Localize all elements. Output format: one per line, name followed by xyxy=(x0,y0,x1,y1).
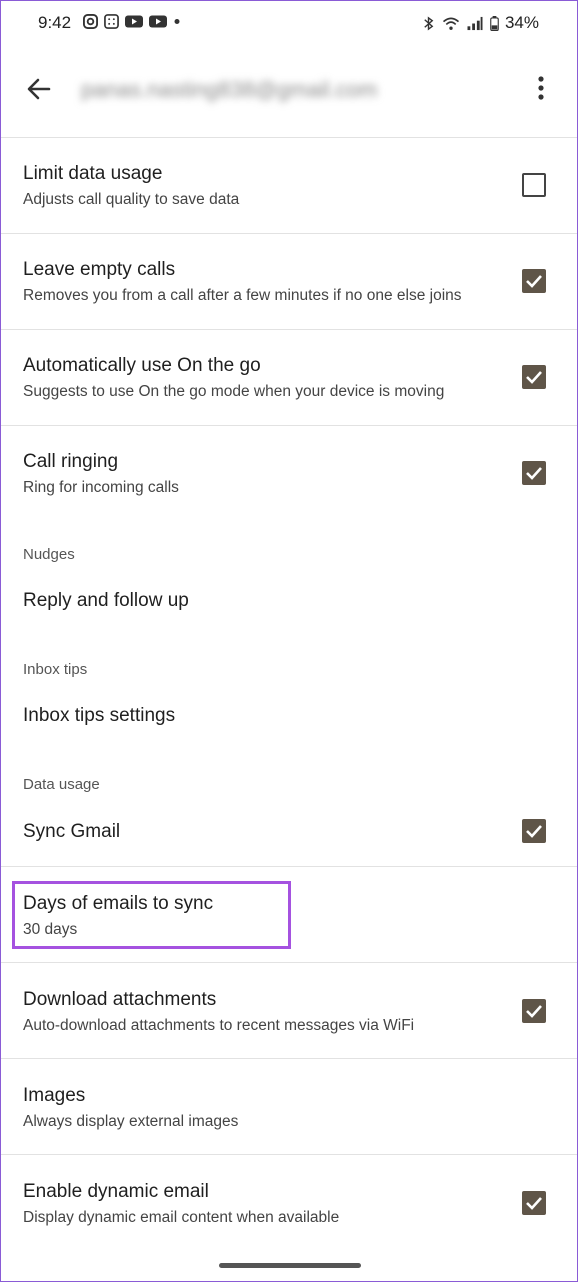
setting-leave-empty-calls[interactable]: Leave empty calls Removes you from a cal… xyxy=(1,234,577,330)
youtube-icon xyxy=(149,15,167,28)
setting-title: Leave empty calls xyxy=(23,259,176,280)
section-header-data-usage: Data usage xyxy=(23,776,100,793)
setting-subtitle: Auto-download attachments to recent mess… xyxy=(23,1017,415,1034)
on-the-go-checkbox[interactable] xyxy=(522,365,546,389)
setting-subtitle: Display dynamic email content when avail… xyxy=(23,1209,340,1226)
limit-data-checkbox[interactable] xyxy=(522,173,546,197)
dot-icon xyxy=(174,19,180,24)
setting-limit-data-usage[interactable]: Limit data usage Adjusts call quality to… xyxy=(1,138,577,234)
setting-on-the-go[interactable]: Automatically use On the go Suggests to … xyxy=(1,330,577,426)
more-vert-icon[interactable] xyxy=(529,73,553,103)
dynamic-email-checkbox[interactable] xyxy=(522,1191,546,1215)
setting-subtitle: 30 days xyxy=(23,921,78,938)
download-attachments-checkbox[interactable] xyxy=(522,999,546,1023)
sync-gmail-checkbox[interactable] xyxy=(522,819,546,843)
battery-percent: 34% xyxy=(504,13,539,32)
setting-days-to-sync[interactable]: Days of emails to sync 30 days xyxy=(1,867,577,963)
setting-title: Reply and follow up xyxy=(23,590,189,611)
setting-call-ringing[interactable]: Call ringing Ring for incoming calls xyxy=(1,426,577,522)
check-icon xyxy=(526,371,542,384)
check-icon xyxy=(526,825,542,838)
status-time: 9:42 xyxy=(38,13,72,32)
check-icon xyxy=(526,1197,542,1210)
setting-title: Sync Gmail xyxy=(23,821,121,842)
status-left-icons xyxy=(83,14,181,29)
call-ringing-checkbox[interactable] xyxy=(522,461,546,485)
setting-subtitle: Suggests to use On the go mode when your… xyxy=(23,383,445,400)
setting-title: Call ringing xyxy=(23,451,119,472)
battery-icon xyxy=(490,15,499,31)
account-email: panas.nasting838@gmail.com xyxy=(81,77,378,102)
setting-title: Days of emails to sync xyxy=(23,893,214,914)
setting-dynamic-email[interactable]: Enable dynamic email Display dynamic ema… xyxy=(1,1155,577,1251)
check-icon xyxy=(526,1005,542,1018)
youtube-icon xyxy=(125,15,143,28)
setting-subtitle: Adjusts call quality to save data xyxy=(23,191,240,208)
top-app-bar: panas.nasting838@gmail.com xyxy=(1,47,577,138)
leave-empty-calls-checkbox[interactable] xyxy=(522,269,546,293)
setting-title: Inbox tips settings xyxy=(23,705,176,726)
setting-subtitle: Removes you from a call after a few minu… xyxy=(23,287,462,304)
setting-sync-gmail[interactable]: Sync Gmail xyxy=(1,801,577,867)
gesture-nav-handle[interactable] xyxy=(219,1263,361,1268)
setting-reply-follow-up[interactable]: Reply and follow up xyxy=(1,576,577,626)
setting-subtitle: Always display external images xyxy=(23,1113,239,1130)
setting-images[interactable]: Images Always display external images xyxy=(1,1059,577,1155)
status-bar: 9:42 34% xyxy=(1,1,577,47)
setting-subtitle: Ring for incoming calls xyxy=(23,479,179,496)
instagram-icon xyxy=(83,14,98,29)
section-header-nudges: Nudges xyxy=(23,546,75,563)
setting-title: Enable dynamic email xyxy=(23,1181,209,1202)
check-icon xyxy=(526,275,542,288)
setting-title: Limit data usage xyxy=(23,163,163,184)
setting-title: Automatically use On the go xyxy=(23,355,261,376)
section-header-inbox-tips: Inbox tips xyxy=(23,661,88,678)
setting-title: Images xyxy=(23,1085,86,1106)
wifi-icon xyxy=(442,17,460,30)
signal-icon xyxy=(467,16,483,30)
setting-inbox-tips[interactable]: Inbox tips settings xyxy=(1,691,577,741)
back-arrow-icon[interactable] xyxy=(25,75,53,103)
setting-download-attachments[interactable]: Download attachments Auto-download attac… xyxy=(1,963,577,1059)
check-icon xyxy=(526,467,542,480)
grid-app-icon xyxy=(104,14,119,29)
status-right: 34% xyxy=(421,13,539,33)
setting-title: Download attachments xyxy=(23,989,217,1010)
bluetooth-icon xyxy=(424,15,434,31)
